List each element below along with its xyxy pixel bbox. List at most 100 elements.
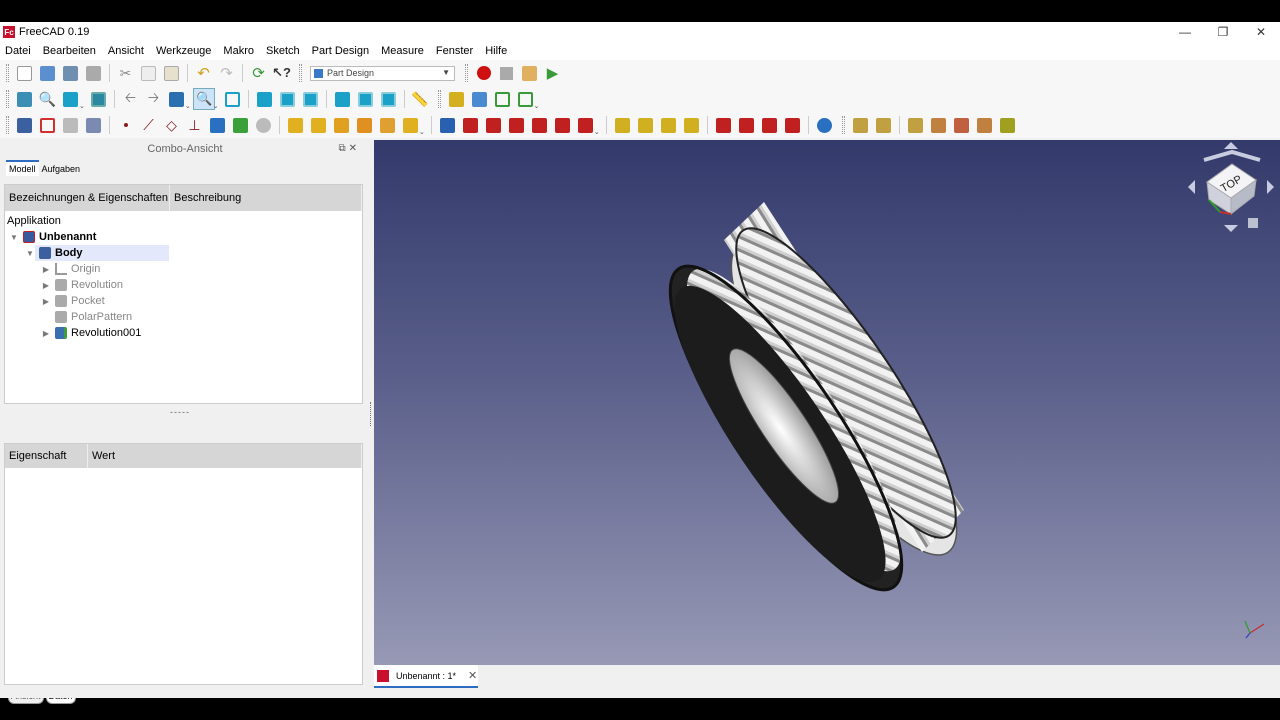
- menu-makro[interactable]: Makro: [217, 45, 260, 57]
- isometric-view-button[interactable]: [221, 88, 243, 110]
- collapse-arrow-icon[interactable]: ▼: [25, 249, 35, 258]
- create-sketch-button[interactable]: [37, 114, 59, 136]
- copy-button[interactable]: [138, 62, 160, 84]
- panel-splitter[interactable]: -----: [170, 407, 190, 417]
- pocket-button[interactable]: [436, 114, 458, 136]
- restore-button[interactable]: ❐: [1204, 22, 1242, 42]
- measure-linear-button[interactable]: [849, 114, 871, 136]
- expand-arrow-icon[interactable]: ▶: [41, 329, 51, 338]
- arrow-down-icon[interactable]: [1224, 225, 1238, 232]
- draft-button[interactable]: [758, 114, 780, 136]
- fillet-button[interactable]: [712, 114, 734, 136]
- toggle-all-button[interactable]: [950, 114, 972, 136]
- menu-datei[interactable]: Datei: [0, 45, 37, 57]
- menu-measure[interactable]: Measure: [375, 45, 430, 57]
- datum-plane-button[interactable]: ◇: [161, 114, 183, 136]
- hole-button[interactable]: [459, 114, 481, 136]
- cut-button[interactable]: ✂: [115, 62, 137, 84]
- tree-column-description[interactable]: Beschreibung: [170, 185, 362, 211]
- arrow-left-icon[interactable]: [1188, 180, 1195, 194]
- local-cs-button[interactable]: ⊥: [184, 114, 206, 136]
- toolbar-grip[interactable]: [6, 90, 9, 108]
- mirrored-button[interactable]: [611, 114, 633, 136]
- tab-modell[interactable]: Modell: [6, 160, 39, 176]
- additive-pipe-button[interactable]: [354, 114, 376, 136]
- subshape-binder-button[interactable]: [230, 114, 252, 136]
- paste-button[interactable]: [161, 62, 183, 84]
- workbench-selector[interactable]: Part Design ▼: [310, 65, 455, 81]
- chevron-down-icon[interactable]: ⌄: [594, 128, 600, 136]
- rotate-arc-icon[interactable]: [1203, 149, 1261, 162]
- toolbar-grip[interactable]: [465, 64, 468, 82]
- record-macro-button[interactable]: [473, 62, 495, 84]
- edit-macro-button[interactable]: [519, 62, 541, 84]
- view-menu-icon[interactable]: [1248, 218, 1258, 228]
- dock-splitter[interactable]: [370, 402, 372, 426]
- stop-macro-button[interactable]: [496, 62, 518, 84]
- polar-pattern-button[interactable]: [657, 114, 679, 136]
- whats-this-button[interactable]: ↖?: [271, 62, 293, 84]
- collapse-arrow-icon[interactable]: ▼: [9, 233, 19, 242]
- clone-button[interactable]: [253, 114, 275, 136]
- toggle-delta-button[interactable]: [996, 114, 1018, 136]
- tab-aufgaben[interactable]: Aufgaben: [39, 162, 84, 176]
- run-macro-button[interactable]: ▶: [542, 62, 564, 84]
- toolbar-grip[interactable]: [841, 116, 845, 134]
- menu-bearbeiten[interactable]: Bearbeiten: [37, 45, 102, 57]
- toggle-3d-button[interactable]: [973, 114, 995, 136]
- datum-point-button[interactable]: [115, 114, 137, 136]
- chevron-down-icon[interactable]: ⌄: [534, 102, 540, 110]
- measure-refresh-button[interactable]: [904, 114, 926, 136]
- undo-button[interactable]: ↶: [193, 62, 215, 84]
- tree-item-body[interactable]: ▼ Body: [5, 245, 362, 261]
- tree-item-revolution001[interactable]: ▶ Revolution001: [5, 325, 362, 341]
- groove-button[interactable]: [482, 114, 504, 136]
- refresh-button[interactable]: ⟳: [248, 62, 270, 84]
- arrow-up-icon[interactable]: [1224, 142, 1238, 149]
- create-part-button[interactable]: [445, 88, 467, 110]
- top-view-button[interactable]: [276, 88, 298, 110]
- bounding-box-button[interactable]: [87, 88, 109, 110]
- toolbar-grip[interactable]: [6, 64, 9, 82]
- close-tab-icon[interactable]: ✕: [468, 669, 477, 682]
- clear-all-button[interactable]: [927, 114, 949, 136]
- tree-item-polarpattern[interactable]: PolarPattern: [5, 309, 362, 325]
- tree-item-unbenannt[interactable]: ▼ Unbenannt: [5, 229, 362, 245]
- close-window-button[interactable]: ✕: [1242, 22, 1280, 42]
- subtractive-pipe-button[interactable]: [528, 114, 550, 136]
- redo-button[interactable]: ↷: [216, 62, 238, 84]
- fit-selection-button[interactable]: 🔍: [37, 88, 59, 110]
- save-button[interactable]: [60, 62, 82, 84]
- attach-sketch-button[interactable]: [83, 114, 105, 136]
- revolution-button[interactable]: [308, 114, 330, 136]
- link-button[interactable]: [491, 88, 513, 110]
- print-button[interactable]: [83, 62, 105, 84]
- right-view-button[interactable]: [299, 88, 321, 110]
- additive-helix-button[interactable]: [377, 114, 399, 136]
- tree-item-origin[interactable]: ▶ Origin: [5, 261, 362, 277]
- chamfer-button[interactable]: [735, 114, 757, 136]
- fit-all-button[interactable]: [14, 88, 36, 110]
- 3d-viewport[interactable]: TOP: [374, 140, 1280, 665]
- measure-distance-button[interactable]: 📏: [409, 88, 431, 110]
- expand-arrow-icon[interactable]: ▶: [41, 281, 51, 290]
- expand-arrow-icon[interactable]: ▶: [41, 297, 51, 306]
- create-group-button[interactable]: [468, 88, 490, 110]
- chevron-down-icon[interactable]: ⌄: [213, 102, 219, 110]
- forward-button[interactable]: 🡢: [142, 88, 164, 110]
- create-body-button[interactable]: [14, 114, 36, 136]
- toolbar-grip[interactable]: [299, 64, 302, 82]
- tree-item-revolution[interactable]: ▶ Revolution: [5, 277, 362, 293]
- menu-sketch[interactable]: Sketch: [260, 45, 306, 57]
- expand-arrow-icon[interactable]: ▶: [41, 265, 51, 274]
- chevron-down-icon[interactable]: ⌄: [419, 128, 425, 136]
- chevron-down-icon[interactable]: ⌄: [185, 102, 191, 110]
- tree-item-pocket[interactable]: ▶ Pocket: [5, 293, 362, 309]
- pulley-model[interactable]: [636, 202, 992, 616]
- rear-view-button[interactable]: [331, 88, 353, 110]
- menu-fenster[interactable]: Fenster: [430, 45, 479, 57]
- document-tab[interactable]: Unbenannt : 1* ✕: [374, 665, 478, 688]
- validate-sketch-button[interactable]: [60, 114, 82, 136]
- arrow-right-icon[interactable]: [1267, 180, 1274, 194]
- measure-angular-button[interactable]: [872, 114, 894, 136]
